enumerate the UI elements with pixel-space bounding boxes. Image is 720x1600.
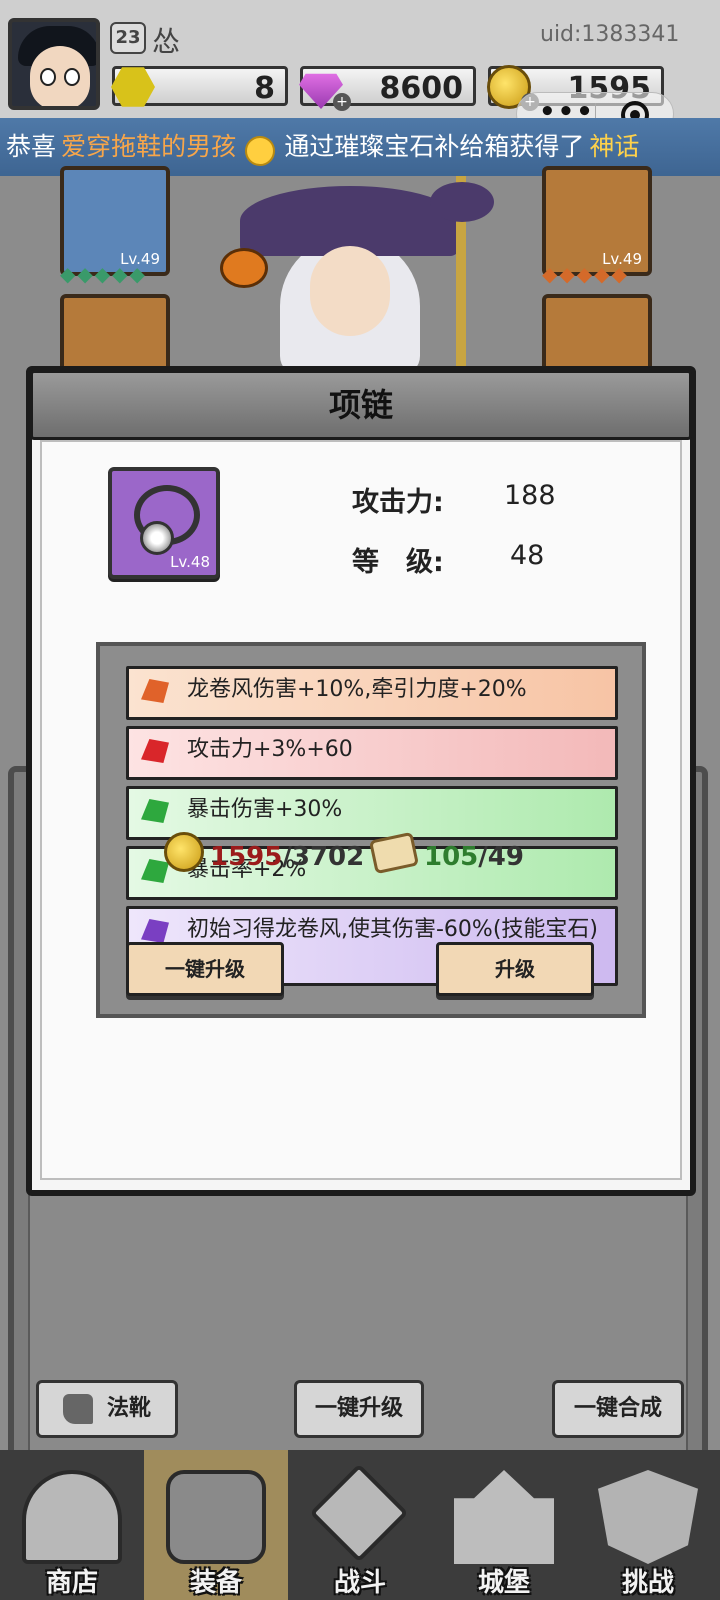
attribute-row: 攻击力+3%+60 xyxy=(126,726,618,780)
one-click-upgrade-button[interactable]: 一键升级 xyxy=(126,942,284,996)
avatar-eye-right xyxy=(64,68,80,86)
attack-label: 攻击力: xyxy=(352,487,444,518)
nav-challenge[interactable]: 挑战 xyxy=(576,1450,720,1600)
hex-currency: 8 xyxy=(111,66,288,107)
equip-slot-helmet[interactable]: Lv.49 xyxy=(60,166,170,276)
level-value: 48 xyxy=(510,540,545,571)
attribute-row: 龙卷风伤害+10%,牵引力度+20% xyxy=(126,666,618,720)
pendant-icon xyxy=(140,521,174,555)
avatar-face xyxy=(30,46,90,106)
coin-have: 1595 xyxy=(210,842,283,872)
red-gem-icon xyxy=(141,739,169,763)
gem-currency[interactable]: + 8600 xyxy=(299,66,476,111)
hex-currency-value: 8 xyxy=(254,71,275,106)
attack-value: 188 xyxy=(504,480,556,511)
marquee-text-2: 通过璀璨宝石补给箱获得了 xyxy=(284,132,585,161)
nav-battle-label: 战斗 xyxy=(333,1568,386,1598)
staff-head-icon xyxy=(430,182,494,222)
attribute-text: 龙卷风伤害+10%,牵引力度+20% xyxy=(187,677,527,702)
attribute-text: 暴击伤害+30% xyxy=(187,797,343,822)
nav-equip-label: 装备 xyxy=(189,1568,242,1598)
dialog-title: 项链 xyxy=(328,386,393,424)
player-name: 怂 xyxy=(152,25,181,58)
green-gem-icon xyxy=(141,859,169,883)
attribute-text: 攻击力+3%+60 xyxy=(187,737,353,762)
bottom-navigation: 商店 装备 战斗 城堡 挑战 xyxy=(0,1450,720,1600)
add-gem-icon[interactable]: + xyxy=(333,93,351,111)
coin-cost-icon xyxy=(164,832,204,872)
crossed-swords-icon xyxy=(309,1463,409,1563)
nav-shop[interactable]: 商店 xyxy=(0,1450,144,1600)
level-label: 等 级: xyxy=(352,547,444,578)
dialog-body: Lv.48 攻击力: 188 等 级: 48 龙卷风伤害+10%,牵引力度+20… xyxy=(40,440,682,1180)
green-gem-icon xyxy=(141,799,169,823)
marquee-username: 爱穿拖鞋的男孩 xyxy=(61,132,237,161)
upgrade-all-equip-button[interactable]: 一键升级 xyxy=(294,1380,424,1438)
shield-icon xyxy=(598,1470,698,1564)
castle-icon xyxy=(454,1470,554,1564)
player-uid: uid:1383341 xyxy=(540,22,680,47)
item-level: Lv.48 xyxy=(170,553,210,571)
backpack-icon xyxy=(166,1470,266,1564)
emoji-icon xyxy=(245,135,276,166)
item-detail-dialog: 项链 Lv.48 攻击力: 188 等 级: 48 龙卷风伤害+10%,牵引力度… xyxy=(26,366,696,1196)
marquee-text-1: 恭喜 xyxy=(6,132,57,161)
dialog-header: 项链 xyxy=(30,370,692,440)
upgrade-button[interactable]: 升级 xyxy=(436,942,594,996)
boots-filter-label: 法靴 xyxy=(106,1396,151,1421)
hero-face xyxy=(310,246,390,336)
attribute-row: 暴击伤害+30% xyxy=(126,786,618,840)
gem-value: 8600 xyxy=(379,71,464,106)
gem-sockets-left: ◆◆◆◆◆ xyxy=(60,262,147,286)
nav-challenge-label: 挑战 xyxy=(621,1568,674,1598)
scroll-have: 105 xyxy=(424,842,479,872)
nav-castle[interactable]: 城堡 xyxy=(432,1450,576,1600)
scroll-need: /49 xyxy=(478,842,524,872)
coin-cost: 1595/3702 xyxy=(210,842,364,872)
merge-all-button[interactable]: 一键合成 xyxy=(552,1380,684,1438)
nav-equip[interactable]: 装备 xyxy=(144,1450,288,1600)
pumpkin-icon xyxy=(220,248,268,288)
player-level-badge: 23 xyxy=(110,22,146,54)
boot-icon xyxy=(62,1394,93,1424)
equip-slot-weapon[interactable]: Lv.49 xyxy=(542,166,652,276)
avatar-eye-left xyxy=(40,68,56,86)
attribute-text: 初始习得龙卷风,使其伤害-60%(技能宝石) xyxy=(187,917,598,942)
nav-castle-label: 城堡 xyxy=(477,1568,530,1598)
orange-gem-icon xyxy=(141,679,169,703)
gem-sockets-right: ◆◆◆◆◆ xyxy=(542,262,629,286)
nav-battle[interactable]: 战斗 xyxy=(288,1450,432,1600)
player-avatar[interactable] xyxy=(8,18,100,110)
coin-need: /3702 xyxy=(282,842,365,872)
scroll-cost: 105/49 xyxy=(424,842,524,872)
boots-filter-button[interactable]: 法靴 xyxy=(36,1380,178,1438)
necklace-item-icon: Lv.48 xyxy=(108,467,220,579)
marquee-reward: 神话 xyxy=(589,132,640,161)
hex-currency-icon xyxy=(111,67,155,107)
nav-shop-label: 商店 xyxy=(45,1568,98,1598)
shop-icon xyxy=(22,1470,122,1564)
purple-gem-icon xyxy=(141,919,169,943)
